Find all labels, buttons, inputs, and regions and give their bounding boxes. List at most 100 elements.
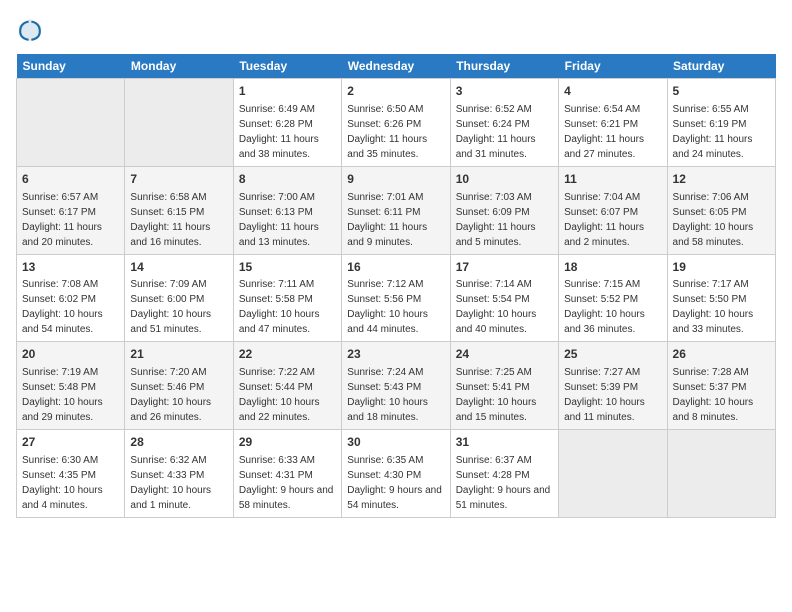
calendar-cell: 7 Sunrise: 6:58 AM Sunset: 6:15 PM Daylig… <box>125 166 233 254</box>
calendar-cell: 8 Sunrise: 7:00 AM Sunset: 6:13 PM Daylig… <box>233 166 341 254</box>
day-number: 17 <box>456 259 553 276</box>
calendar-cell: 9 Sunrise: 7:01 AM Sunset: 6:11 PM Daylig… <box>342 166 450 254</box>
day-number: 20 <box>22 346 119 363</box>
calendar-cell <box>17 79 125 167</box>
day-info: Sunrise: 7:17 AM Sunset: 5:50 PM Dayligh… <box>673 279 754 335</box>
day-number: 6 <box>22 171 119 188</box>
calendar-cell: 18 Sunrise: 7:15 AM Sunset: 5:52 PM Dayli… <box>559 254 667 342</box>
day-number: 21 <box>130 346 227 363</box>
calendar-row-1: 1 Sunrise: 6:49 AM Sunset: 6:28 PM Daylig… <box>17 79 776 167</box>
day-info: Sunrise: 7:06 AM Sunset: 6:05 PM Dayligh… <box>673 192 754 248</box>
col-header-saturday: Saturday <box>667 54 775 79</box>
day-number: 18 <box>564 259 661 276</box>
day-info: Sunrise: 6:58 AM Sunset: 6:15 PM Dayligh… <box>130 192 210 248</box>
day-info: Sunrise: 6:49 AM Sunset: 6:28 PM Dayligh… <box>239 104 319 160</box>
day-info: Sunrise: 7:27 AM Sunset: 5:39 PM Dayligh… <box>564 367 645 423</box>
day-info: Sunrise: 7:28 AM Sunset: 5:37 PM Dayligh… <box>673 367 754 423</box>
day-info: Sunrise: 6:33 AM Sunset: 4:31 PM Dayligh… <box>239 455 334 511</box>
calendar-row-5: 27Sunrise: 6:30 AM Sunset: 4:35 PM Dayli… <box>17 430 776 518</box>
day-info: Sunrise: 6:32 AM Sunset: 4:33 PM Dayligh… <box>130 455 211 511</box>
calendar-cell: 6Sunrise: 6:57 AM Sunset: 6:17 PM Daylig… <box>17 166 125 254</box>
calendar-cell: 23 Sunrise: 7:24 AM Sunset: 5:43 PM Dayli… <box>342 342 450 430</box>
calendar-cell: 15 Sunrise: 7:11 AM Sunset: 5:58 PM Dayli… <box>233 254 341 342</box>
calendar-cell: 31 Sunrise: 6:37 AM Sunset: 4:28 PM Dayli… <box>450 430 558 518</box>
day-info: Sunrise: 7:25 AM Sunset: 5:41 PM Dayligh… <box>456 367 537 423</box>
day-number: 31 <box>456 434 553 451</box>
day-number: 9 <box>347 171 444 188</box>
calendar-cell: 26 Sunrise: 7:28 AM Sunset: 5:37 PM Dayli… <box>667 342 775 430</box>
day-info: Sunrise: 7:00 AM Sunset: 6:13 PM Dayligh… <box>239 192 319 248</box>
calendar-cell: 17 Sunrise: 7:14 AM Sunset: 5:54 PM Dayli… <box>450 254 558 342</box>
calendar-cell: 28 Sunrise: 6:32 AM Sunset: 4:33 PM Dayli… <box>125 430 233 518</box>
day-number: 19 <box>673 259 770 276</box>
calendar-cell: 19 Sunrise: 7:17 AM Sunset: 5:50 PM Dayli… <box>667 254 775 342</box>
logo <box>16 16 48 44</box>
calendar-cell: 12 Sunrise: 7:06 AM Sunset: 6:05 PM Dayli… <box>667 166 775 254</box>
day-number: 13 <box>22 259 119 276</box>
calendar-table: SundayMondayTuesdayWednesdayThursdayFrid… <box>16 54 776 518</box>
calendar-cell: 24Sunrise: 7:25 AM Sunset: 5:41 PM Dayli… <box>450 342 558 430</box>
day-info: Sunrise: 6:54 AM Sunset: 6:21 PM Dayligh… <box>564 104 644 160</box>
calendar-cell: 3 Sunrise: 6:52 AM Sunset: 6:24 PM Daylig… <box>450 79 558 167</box>
col-header-tuesday: Tuesday <box>233 54 341 79</box>
calendar-cell: 25 Sunrise: 7:27 AM Sunset: 5:39 PM Dayli… <box>559 342 667 430</box>
calendar-cell: 1 Sunrise: 6:49 AM Sunset: 6:28 PM Daylig… <box>233 79 341 167</box>
day-info: Sunrise: 6:35 AM Sunset: 4:30 PM Dayligh… <box>347 455 442 511</box>
calendar-cell: 4Sunrise: 6:54 AM Sunset: 6:21 PM Daylig… <box>559 79 667 167</box>
day-number: 30 <box>347 434 444 451</box>
logo-icon <box>16 16 44 44</box>
calendar-cell: 14 Sunrise: 7:09 AM Sunset: 6:00 PM Dayli… <box>125 254 233 342</box>
calendar-cell: 27Sunrise: 6:30 AM Sunset: 4:35 PM Dayli… <box>17 430 125 518</box>
calendar-row-4: 20 Sunrise: 7:19 AM Sunset: 5:48 PM Dayli… <box>17 342 776 430</box>
day-number: 14 <box>130 259 227 276</box>
calendar-cell <box>125 79 233 167</box>
calendar-row-2: 6Sunrise: 6:57 AM Sunset: 6:17 PM Daylig… <box>17 166 776 254</box>
calendar-cell: 2 Sunrise: 6:50 AM Sunset: 6:26 PM Daylig… <box>342 79 450 167</box>
day-info: Sunrise: 7:11 AM Sunset: 5:58 PM Dayligh… <box>239 279 320 335</box>
day-number: 26 <box>673 346 770 363</box>
day-number: 15 <box>239 259 336 276</box>
col-header-monday: Monday <box>125 54 233 79</box>
day-info: Sunrise: 7:20 AM Sunset: 5:46 PM Dayligh… <box>130 367 211 423</box>
day-info: Sunrise: 7:09 AM Sunset: 6:00 PM Dayligh… <box>130 279 211 335</box>
col-header-wednesday: Wednesday <box>342 54 450 79</box>
day-number: 23 <box>347 346 444 363</box>
calendar-cell: 13 Sunrise: 7:08 AM Sunset: 6:02 PM Dayli… <box>17 254 125 342</box>
day-number: 16 <box>347 259 444 276</box>
day-info: Sunrise: 7:14 AM Sunset: 5:54 PM Dayligh… <box>456 279 537 335</box>
calendar-cell: 21 Sunrise: 7:20 AM Sunset: 5:46 PM Dayli… <box>125 342 233 430</box>
day-number: 7 <box>130 171 227 188</box>
day-info: Sunrise: 6:50 AM Sunset: 6:26 PM Dayligh… <box>347 104 427 160</box>
calendar-cell: 10 Sunrise: 7:03 AM Sunset: 6:09 PM Dayli… <box>450 166 558 254</box>
calendar-cell: 20 Sunrise: 7:19 AM Sunset: 5:48 PM Dayli… <box>17 342 125 430</box>
day-info: Sunrise: 7:04 AM Sunset: 6:07 PM Dayligh… <box>564 192 644 248</box>
day-info: Sunrise: 7:12 AM Sunset: 5:56 PM Dayligh… <box>347 279 428 335</box>
day-info: Sunrise: 7:15 AM Sunset: 5:52 PM Dayligh… <box>564 279 645 335</box>
day-info: Sunrise: 7:03 AM Sunset: 6:09 PM Dayligh… <box>456 192 536 248</box>
day-number: 27 <box>22 434 119 451</box>
calendar-cell: 22Sunrise: 7:22 AM Sunset: 5:44 PM Dayli… <box>233 342 341 430</box>
day-number: 8 <box>239 171 336 188</box>
calendar-cell: 5 Sunrise: 6:55 AM Sunset: 6:19 PM Daylig… <box>667 79 775 167</box>
day-number: 2 <box>347 83 444 100</box>
day-info: Sunrise: 7:01 AM Sunset: 6:11 PM Dayligh… <box>347 192 427 248</box>
calendar-cell: 16 Sunrise: 7:12 AM Sunset: 5:56 PM Dayli… <box>342 254 450 342</box>
day-info: Sunrise: 7:08 AM Sunset: 6:02 PM Dayligh… <box>22 279 103 335</box>
day-number: 11 <box>564 171 661 188</box>
day-info: Sunrise: 7:22 AM Sunset: 5:44 PM Dayligh… <box>239 367 320 423</box>
day-info: Sunrise: 6:37 AM Sunset: 4:28 PM Dayligh… <box>456 455 551 511</box>
day-number: 5 <box>673 83 770 100</box>
col-header-thursday: Thursday <box>450 54 558 79</box>
day-number: 3 <box>456 83 553 100</box>
day-number: 28 <box>130 434 227 451</box>
day-info: Sunrise: 7:19 AM Sunset: 5:48 PM Dayligh… <box>22 367 103 423</box>
day-number: 25 <box>564 346 661 363</box>
calendar-cell: 30 Sunrise: 6:35 AM Sunset: 4:30 PM Dayli… <box>342 430 450 518</box>
day-number: 10 <box>456 171 553 188</box>
day-number: 1 <box>239 83 336 100</box>
day-info: Sunrise: 6:52 AM Sunset: 6:24 PM Dayligh… <box>456 104 536 160</box>
day-number: 12 <box>673 171 770 188</box>
day-info: Sunrise: 6:55 AM Sunset: 6:19 PM Dayligh… <box>673 104 753 160</box>
day-info: Sunrise: 7:24 AM Sunset: 5:43 PM Dayligh… <box>347 367 428 423</box>
calendar-body: 1 Sunrise: 6:49 AM Sunset: 6:28 PM Daylig… <box>17 79 776 518</box>
